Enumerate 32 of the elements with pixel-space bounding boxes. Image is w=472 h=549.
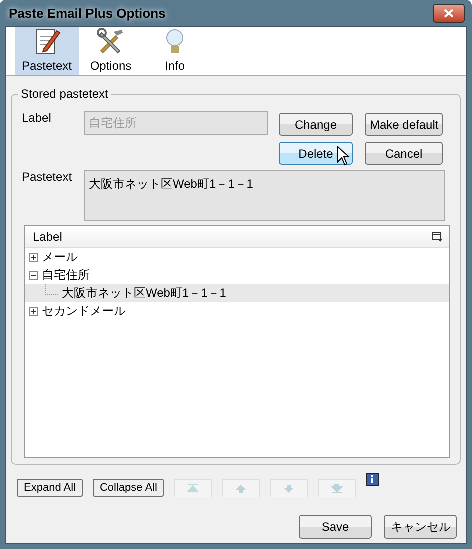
close-button[interactable]: [433, 4, 465, 22]
group-title: Stored pastetext: [18, 87, 112, 101]
toolbar-tab[interactable]: Options: [79, 27, 143, 75]
tree-item[interactable]: 自宅住所: [42, 266, 90, 284]
info-icon[interactable]: [366, 473, 380, 486]
arrow-icon: [235, 484, 248, 494]
mouse-cursor-icon: [337, 146, 351, 166]
arrow-icon: [187, 484, 200, 494]
dialog-button[interactable]: Save: [299, 515, 372, 539]
dialog-button[interactable]: キャンセル: [384, 515, 457, 539]
toolbar-tab[interactable]: Pastetext: [15, 27, 79, 75]
delete-button[interactable]: Delete: [279, 142, 353, 165]
tree-item[interactable]: セカンドメール: [42, 302, 126, 320]
column-header[interactable]: Label: [33, 230, 62, 244]
close-icon: [444, 8, 454, 18]
window-title: Paste Email Plus Options: [9, 6, 166, 20]
toolbar-tab[interactable]: Info: [143, 27, 207, 75]
column-picker-icon[interactable]: [432, 232, 443, 242]
arrow-icon: [283, 484, 296, 494]
arrow-icon: [331, 484, 344, 494]
field-label: Pastetext: [22, 170, 74, 186]
expand-icon[interactable]: [29, 252, 38, 262]
expand-icon[interactable]: [29, 306, 38, 316]
pastetext-field[interactable]: 大阪市ネット区Web町1－1－1: [84, 170, 445, 221]
field-label: Label: [22, 111, 52, 127]
tree-action-button[interactable]: Expand All: [17, 479, 83, 497]
tree-action-button[interactable]: Collapse All: [92, 479, 164, 497]
action-button[interactable]: Change: [279, 113, 353, 136]
action-button[interactable]: Make default: [365, 113, 443, 136]
collapse-icon[interactable]: [29, 270, 38, 280]
action-button[interactable]: Cancel: [365, 142, 443, 165]
tree-item[interactable]: メール: [42, 248, 78, 266]
